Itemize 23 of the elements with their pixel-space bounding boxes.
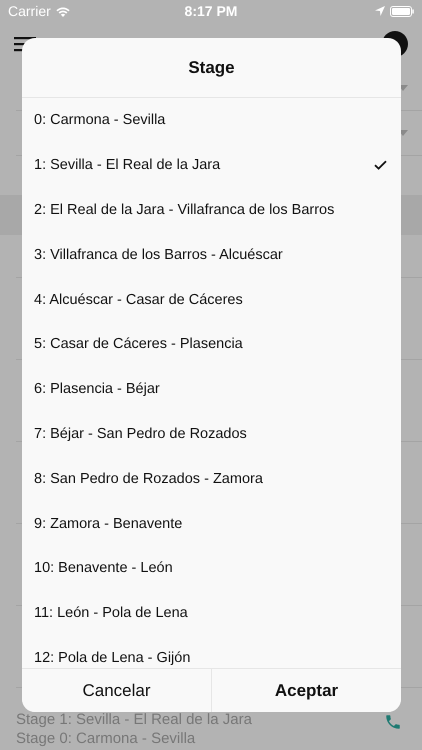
location-icon	[374, 6, 385, 16]
stage-option[interactable]: 5: Casar de Cáceres - Plasencia	[22, 322, 401, 367]
stage-text: Stage 1: Sevilla - El Real de la Jara	[16, 710, 252, 729]
carrier-label: Carrier	[8, 3, 51, 19]
wifi-icon	[56, 6, 70, 16]
stage-option[interactable]: 1: Sevilla - El Real de la Jara	[22, 142, 401, 188]
stage-option[interactable]: 10: Benavente - León	[22, 546, 401, 591]
stage-option[interactable]: 8: San Pedro de Rozados - Zamora	[22, 456, 401, 502]
stage-option[interactable]: 7: Béjar - San Pedro de Rozados	[22, 412, 401, 456]
dialog-title: Stage	[22, 38, 401, 98]
stage-option[interactable]: 6: Plasencia - Béjar	[22, 366, 401, 412]
stage-option[interactable]: 0: Carmona - Sevilla	[22, 98, 401, 143]
stage-option[interactable]: 9: Zamora - Benavente	[22, 501, 401, 546]
stage-option[interactable]: 11: León - Pola de Lena	[22, 590, 401, 636]
clock-time: 8:17 PM	[184, 3, 238, 19]
stage-option[interactable]: 3: Villafranca de los Barros - Alcuéscar	[22, 232, 401, 278]
stage-option[interactable]: 4: Alcuéscar - Casar de Cáceres	[22, 277, 401, 322]
battery-icon	[390, 6, 414, 16]
cancel-button[interactable]: Cancelar	[22, 669, 212, 712]
phone-icon[interactable]	[384, 713, 402, 731]
stage-text: Stage 0: Carmona - Sevilla	[16, 729, 196, 748]
stage-option[interactable]: 12: Pola de Lena - Gijón	[22, 636, 401, 668]
stage-option[interactable]: 2: El Real de la Jara - Villafranca de los Barros	[22, 188, 401, 232]
